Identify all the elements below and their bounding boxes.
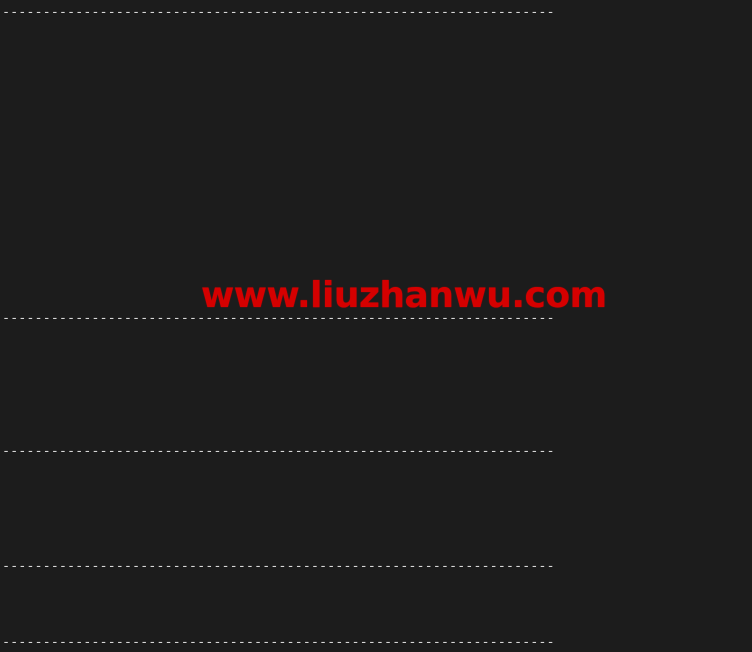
row-io-speed-average: Average I/O Speed:1672.5 MB/s (0, 519, 752, 538)
row-cpu-model: CPU Model:DO-Premium-AMD (0, 22, 752, 41)
separator-geekbench: ----------------------------------------… (2, 557, 555, 574)
system-info-block: CPU Model:DO-Premium-AMD CPU Cores:2 Cor… (0, 22, 752, 308)
row-geekbench-multi-core: Multi Core:1519 (0, 614, 752, 633)
separator-bottom: ----------------------------------------… (2, 634, 555, 651)
row-io-speed-2: I/O Speed( 1.0GB ):1.7 GB/s (0, 480, 752, 499)
row-tcp-cc: TCP CC:bbr (0, 232, 752, 251)
separator-stream-media: ----------------------------------------… (2, 309, 555, 326)
row-cpu-cores: CPU Cores:2 Cores 1999.997 MHz x86_64 (0, 41, 752, 60)
stream-media-block: Stream Media Unlock: Netflix:Originals O… (0, 328, 752, 423)
row-youtube-cdn: YouTube CDN:Toronto (0, 385, 752, 404)
row-region: Region:Ontario (0, 289, 752, 308)
row-total-space: Total Space:1.7 GB / 80.0 GB (0, 137, 752, 156)
terminal-output: ----------------------------------------… (0, 0, 752, 650)
row-os: OS:CentOS 7.9.2009 (64 Bit) KVM (0, 98, 752, 117)
row-load-average: Load Average:0.34, 0.17, 0.57 (0, 213, 752, 232)
row-total-swap: Total SWAP:0 MB / 0 MB (0, 175, 752, 194)
row-geekbench-heading: Geekbench v5 CPU Benchmark: (0, 576, 752, 595)
spacer-after-stream-media (0, 423, 752, 442)
row-io-speed-1: I/O Speed( 1.0GB ):1.5 GB/s (0, 461, 752, 480)
row-youtube-premium: YouTube Premium:Yes (Region: CA) (0, 366, 752, 385)
spacer-after-io-speed (0, 538, 752, 557)
separator-io-speed: ----------------------------------------… (2, 443, 555, 460)
row-total-ram: Total RAM:169 MB / 3933 MB (695 MB Buff) (0, 156, 752, 175)
row-cpu-cache: CPU Cache:512 KB (0, 60, 752, 79)
geekbench-block: Geekbench v5 CPU Benchmark: Single Core:… (0, 576, 752, 633)
row-netflix: Netflix:Originals Only (0, 347, 752, 366)
row-uptime: Uptime:0 days 1 hour 29 min (0, 194, 752, 213)
separator-top: ----------------------------------------… (2, 4, 555, 20)
row-bilibili-china: BiliBili China:No (0, 404, 752, 423)
row-io-speed-3: I/O Speed( 1.0GB ):1.7 GB/s (0, 499, 752, 518)
row-organization: Organization:AS14061 DigitalOcean, LLC (0, 251, 752, 270)
row-stream-media-heading: Stream Media Unlock: (0, 328, 752, 347)
row-cpu-flags: CPU Flags:AES-NI Enabled & VM-x/AMD-V En… (0, 79, 752, 98)
row-kernel: Kernel:5.17.5 (0, 118, 752, 137)
row-geekbench-single-core: Single Core:806 (0, 595, 752, 614)
row-location: Location:Toronto / CA (0, 270, 752, 289)
io-speed-block: I/O Speed( 1.0GB ):1.5 GB/s I/O Speed( 1… (0, 461, 752, 537)
